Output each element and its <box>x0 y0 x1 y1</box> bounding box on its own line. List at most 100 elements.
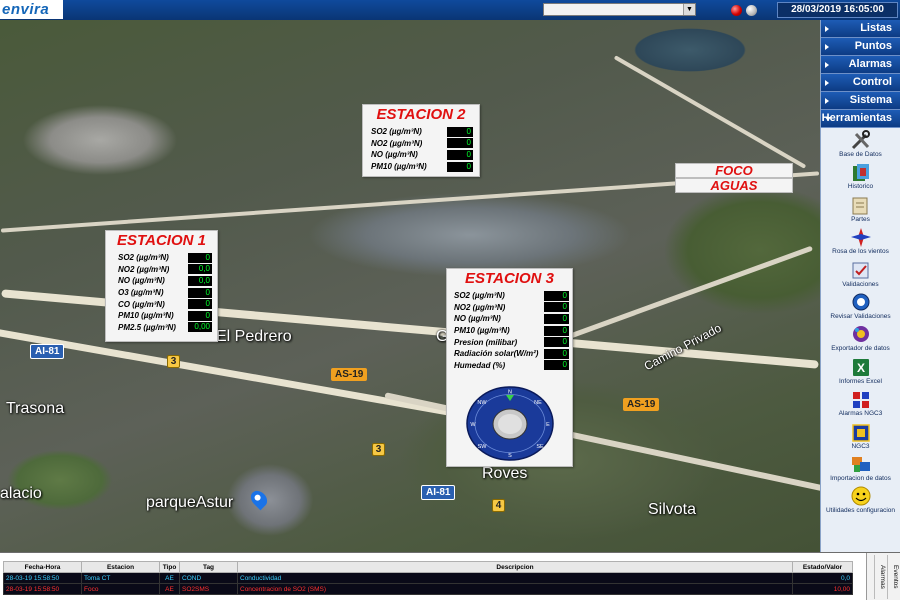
tools-list: Base de Datos Historico Partes Rosa de l… <box>821 128 900 519</box>
column-header[interactable]: Fecha-Hora <box>3 561 82 573</box>
alarm-table-header: Fecha-Hora Estacion Tipo Tag Descripcion… <box>3 561 853 573</box>
chevron-down-icon[interactable]: ▼ <box>683 4 695 15</box>
database-tools-icon <box>851 130 870 150</box>
measure-value: 0 <box>447 161 473 172</box>
measure-value: 0 <box>447 149 473 160</box>
tool-importacion[interactable]: Importacion de datos <box>821 454 900 486</box>
satellite-map[interactable]: El Pedrero Trasona alacio parqueAstur Ro… <box>0 20 820 552</box>
tool-historico[interactable]: Historico <box>821 162 900 194</box>
tool-label: Validaciones <box>842 280 879 288</box>
tab-alarmas[interactable]: Alarmas <box>874 555 886 599</box>
alarm-value: 10,00 <box>792 583 853 595</box>
measure-row: PM10 (µg/m³N) 0 <box>447 325 572 337</box>
aguas-label: AGUAS <box>675 178 793 193</box>
measure-label: PM10 (µg/m³N) <box>371 162 427 172</box>
tool-alarmas-ngc3[interactable]: Alarmas NGC3 <box>821 389 900 421</box>
measure-value: 0 <box>544 325 569 336</box>
foco-label: FOCO <box>675 163 793 178</box>
tool-base-de-datos[interactable]: Base de Datos <box>821 130 900 162</box>
alarm-description: Concentracion de SO2 (SMS) <box>237 583 793 595</box>
measure-label: NO2 (µg/m³N) <box>454 302 506 312</box>
column-header[interactable]: Estado/Valor <box>792 561 853 573</box>
tool-informes-excel[interactable]: X Informes Excel <box>821 357 900 389</box>
measure-row: O3 (µg/m³N) 0 <box>106 287 217 299</box>
expand-arrow-icon <box>825 62 829 68</box>
tool-partes[interactable]: Partes <box>821 195 900 227</box>
foco-aguas-marker[interactable]: FOCO AGUAS <box>675 163 793 193</box>
column-header[interactable]: Tipo <box>159 561 180 573</box>
compass-n: N <box>508 390 512 396</box>
measure-label: SO2 (µg/m³N) <box>454 291 505 301</box>
tool-validaciones[interactable]: Validaciones <box>821 260 900 292</box>
road-sign-4: 4 <box>492 499 505 512</box>
measure-label: PM2.5 (µg/m³N) <box>118 322 176 332</box>
measure-value: 0 <box>447 138 473 149</box>
tool-label: Partes <box>851 215 870 223</box>
compass-s: S <box>508 453 512 459</box>
measure-row: Presion (milibar) 0 <box>447 336 572 348</box>
alarm-panel: Fecha-Hora Estacion Tipo Tag Descripcion… <box>0 552 900 600</box>
station-panel-1[interactable]: ESTACION 1 SO2 (µg/m³N) 0 NO2 (µg/m³N) 0,0… <box>105 230 218 342</box>
alarm-table: Fecha-Hora Estacion Tipo Tag Descripcion… <box>3 561 853 595</box>
measure-value: 0 <box>544 360 569 371</box>
measure-row: NO2 (µg/m³N) 0 <box>363 138 479 150</box>
tool-revisar-validaciones[interactable]: Revisar Validaciones <box>821 292 900 324</box>
tool-ngc3[interactable]: NGC3 <box>821 422 900 454</box>
tool-exportador[interactable]: Exportador de datos <box>821 324 900 356</box>
measure-value: 0 <box>544 348 569 359</box>
measure-label: Presion (milibar) <box>454 337 518 347</box>
alarm-description: Conductividad <box>237 572 793 584</box>
menu-control[interactable]: Control <box>821 74 900 92</box>
column-header[interactable]: Estacion <box>81 561 160 573</box>
measure-row: NO (µg/m³N) 0 <box>447 313 572 325</box>
map-label-trasona: Trasona <box>6 400 65 417</box>
menu-puntos[interactable]: Puntos <box>821 38 900 56</box>
station-panel-3[interactable]: ESTACION 3 SO2 (µg/m³N) 0 NO2 (µg/m³N) 0 N… <box>446 268 573 467</box>
map-label-el-pedrero: El Pedrero <box>216 328 292 345</box>
station-panel-2[interactable]: ESTACION 2 SO2 (µg/m³N) 0 NO2 (µg/m³N) 0 N… <box>362 104 480 177</box>
alarm-tag: COND <box>179 572 238 584</box>
alarm-status-led-grey-icon[interactable] <box>746 5 757 16</box>
menu-herramientas[interactable]: Herramientas <box>821 110 900 128</box>
map-label-silvota: Silvota <box>648 501 697 518</box>
tool-utilidades-configuracion[interactable]: Utilidades configuracion <box>821 486 900 518</box>
column-header[interactable]: Descripcion <box>237 561 793 573</box>
alarm-status-led-red-icon[interactable] <box>731 5 742 16</box>
measure-value: 0 <box>544 302 569 313</box>
map-label-roves: Roves <box>482 465 528 482</box>
measure-row: PM10 (µg/m³N) 0 <box>363 161 479 173</box>
top-bar: envira ▼ 28/03/2019 16:05:00 <box>0 0 900 20</box>
svg-text:X: X <box>856 361 864 375</box>
station-dropdown[interactable]: ▼ <box>543 3 696 16</box>
tool-label: Revisar Validaciones <box>830 312 891 320</box>
measure-value: 0 <box>447 126 473 137</box>
measure-row: NO2 (µg/m³N) 0,0 <box>106 264 217 276</box>
review-validation-icon <box>852 293 869 311</box>
alarm-row[interactable]: 28-03-19 15:58:50 Toma CT AE COND Conduc… <box>3 572 853 584</box>
measure-label: Humedad (%) <box>454 360 506 370</box>
ngc3-icon <box>851 423 870 442</box>
tool-label: Importacion de datos <box>830 474 891 482</box>
measure-value: 0 <box>544 290 569 301</box>
ngc3-alarm-icon <box>852 392 869 409</box>
alarm-datetime: 28-03-19 15:58:50 <box>3 572 82 584</box>
measure-label: NO (µg/m³N) <box>371 150 418 160</box>
tool-label: Rosa de los vientos <box>832 248 889 256</box>
menu-alarmas[interactable]: Alarmas <box>821 56 900 74</box>
alarm-row[interactable]: 28-03-19 15:58:50 Foco AE SO2SMS Concent… <box>3 583 853 595</box>
column-header[interactable]: Tag <box>179 561 238 573</box>
tab-eventos[interactable]: Eventos <box>887 555 899 599</box>
measure-row: NO2 (µg/m³N) 0 <box>447 302 572 314</box>
measure-label: NO (µg/m³N) <box>454 314 501 324</box>
menu-sistema[interactable]: Sistema <box>821 92 900 110</box>
location-pin-icon[interactable] <box>247 487 271 511</box>
alarm-datetime: 28-03-19 15:58:50 <box>3 583 82 595</box>
tool-label: Exportador de datos <box>831 345 890 353</box>
menu-listas[interactable]: Listas <box>821 20 900 38</box>
road-sign-as19: AS-19 <box>623 398 660 411</box>
tool-rosa-vientos[interactable]: Rosa de los vientos <box>821 227 900 259</box>
right-sidebar: Listas Puntos Alarmas Control Sistema He… <box>820 20 900 552</box>
menu-label: Control <box>852 76 892 88</box>
road-sign-3: 3 <box>372 443 385 456</box>
map-label-parque-astur: parqueAstur <box>146 494 234 511</box>
